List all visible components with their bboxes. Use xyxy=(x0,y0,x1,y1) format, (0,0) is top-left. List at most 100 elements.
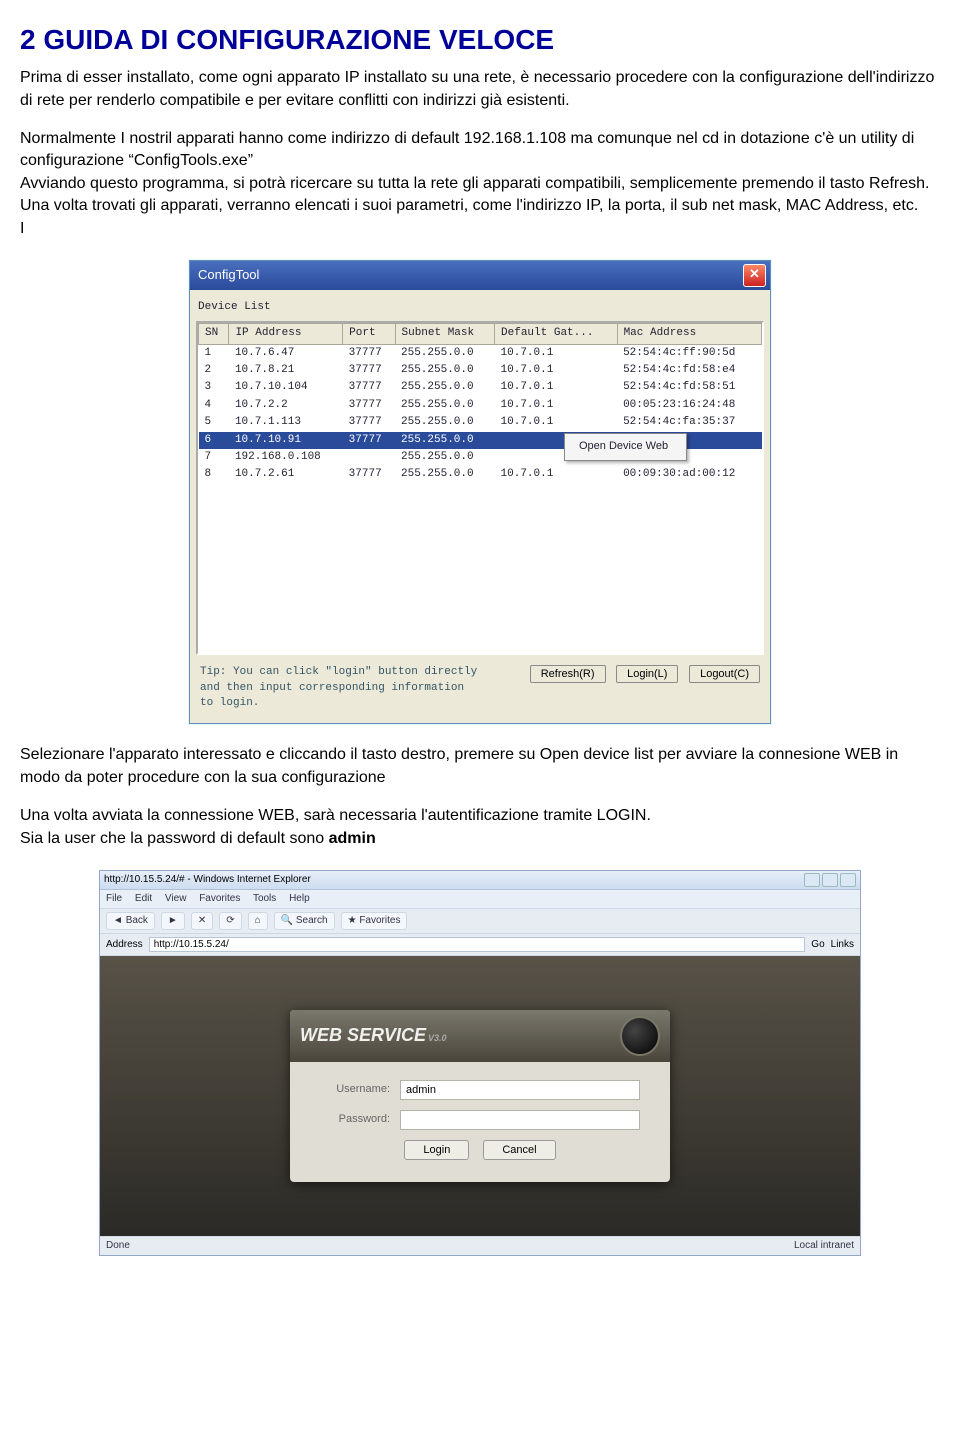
password-field[interactable] xyxy=(400,1110,640,1130)
web-login-card: WEB SERVICEV3.0 Username: Password: Logi… xyxy=(290,1010,670,1182)
paragraph-8: Sia la user che la password di default s… xyxy=(20,828,940,850)
menu-help[interactable]: Help xyxy=(289,893,310,904)
logout-button[interactable]: Logout(C) xyxy=(689,665,760,683)
paragraph-3: Avviando questo programma, si potrà rice… xyxy=(20,173,940,195)
cell-mask: 255.255.0.0 xyxy=(395,449,495,466)
configtool-window: ConfigTool ✕ Device List SN IP Address P… xyxy=(189,260,771,725)
login-cancel-button[interactable]: Cancel xyxy=(483,1140,555,1160)
favorites-label: Favorites xyxy=(359,915,400,926)
go-button[interactable]: Go xyxy=(811,938,824,952)
cell-sn: 5 xyxy=(199,414,229,431)
cell-mac: 52:54:4c:fa:35:37 xyxy=(617,414,761,431)
cell-sn: 8 xyxy=(199,466,229,483)
table-row[interactable]: 210.7.8.2137777255.255.0.010.7.0.152:54:… xyxy=(199,362,762,379)
forward-button[interactable]: ► xyxy=(161,912,185,930)
context-menu-open-device-web[interactable]: Open Device Web xyxy=(565,436,686,457)
cell-port: 37777 xyxy=(343,379,395,396)
table-row[interactable]: 410.7.2.237777255.255.0.010.7.0.100:05:2… xyxy=(199,397,762,414)
ie-content-area: WEB SERVICEV3.0 Username: Password: Logi… xyxy=(100,956,860,1236)
configtool-titlebar[interactable]: ConfigTool ✕ xyxy=(190,261,770,290)
page-title: 2 GUIDA DI CONFIGURAZIONE VELOCE xyxy=(20,20,940,59)
table-row[interactable]: 510.7.1.11337777255.255.0.010.7.0.152:54… xyxy=(199,414,762,431)
search-label: Search xyxy=(296,915,328,926)
refresh-button[interactable]: ⟳ xyxy=(219,912,241,930)
cell-mac: 00:05:23:16:24:48 xyxy=(617,397,761,414)
search-button[interactable]: 🔍 Search xyxy=(274,912,335,930)
cell-port: 37777 xyxy=(343,397,395,414)
cell-mask: 255.255.0.0 xyxy=(395,362,495,379)
ie-menu-bar[interactable]: File Edit View Favorites Tools Help xyxy=(100,890,860,909)
cell-port: 37777 xyxy=(343,466,395,483)
cell-port: 37777 xyxy=(343,414,395,431)
table-row[interactable]: 110.7.6.4737777255.255.0.010.7.0.152:54:… xyxy=(199,344,762,362)
links-label[interactable]: Links xyxy=(831,938,854,952)
device-list-table-wrap: SN IP Address Port Subnet Mask Default G… xyxy=(196,321,764,655)
back-button[interactable]: ◄ Back xyxy=(106,912,155,930)
cell-sn: 1 xyxy=(199,344,229,362)
ie-toolbar[interactable]: ◄ Back ► ✕ ⟳ ⌂ 🔍 Search ★ Favorites xyxy=(100,909,860,934)
col-mac[interactable]: Mac Address xyxy=(617,324,761,344)
paragraph-8-lead: Sia la user che la password di default s… xyxy=(20,830,329,847)
cell-sn: 4 xyxy=(199,397,229,414)
col-mask[interactable]: Subnet Mask xyxy=(395,324,495,344)
username-label: Username: xyxy=(320,1082,390,1097)
ie-window-controls[interactable] xyxy=(804,873,856,887)
minimize-icon[interactable] xyxy=(804,873,820,887)
context-menu[interactable]: Open Device Web xyxy=(564,433,687,460)
menu-favorites[interactable]: Favorites xyxy=(199,893,240,904)
maximize-icon[interactable] xyxy=(822,873,838,887)
close-icon[interactable] xyxy=(840,873,856,887)
address-input[interactable] xyxy=(149,937,806,952)
menu-edit[interactable]: Edit xyxy=(135,893,152,904)
ie-titlebar[interactable]: http://10.15.5.24/# - Windows Internet E… xyxy=(100,871,860,890)
paragraph-1: Prima di esser installato, come ogni app… xyxy=(20,67,940,112)
stop-button[interactable]: ✕ xyxy=(191,912,213,930)
menu-file[interactable]: File xyxy=(106,893,122,904)
address-label: Address xyxy=(106,938,143,952)
password-label: Password: xyxy=(320,1112,390,1127)
web-service-brand: WEB SERVICEV3.0 xyxy=(300,1023,447,1048)
camera-lens-icon xyxy=(620,1016,660,1056)
close-icon[interactable]: ✕ xyxy=(743,264,766,287)
cell-gw: 10.7.0.1 xyxy=(495,397,618,414)
cell-port: 37777 xyxy=(343,362,395,379)
col-sn[interactable]: SN xyxy=(199,324,229,344)
col-ip[interactable]: IP Address xyxy=(229,324,343,344)
cell-ip: 10.7.2.2 xyxy=(229,397,343,414)
col-gateway[interactable]: Default Gat... xyxy=(495,324,618,344)
home-button[interactable]: ⌂ xyxy=(248,912,268,930)
refresh-button[interactable]: Refresh(R) xyxy=(530,665,606,683)
menu-tools[interactable]: Tools xyxy=(253,893,276,904)
cell-ip: 10.7.10.104 xyxy=(229,379,343,396)
cell-mask: 255.255.0.0 xyxy=(395,432,495,449)
cell-ip: 10.7.8.21 xyxy=(229,362,343,379)
cell-mac: 52:54:4c:ff:90:5d xyxy=(617,344,761,362)
paragraph-6: Selezionare l'apparato interessato e cli… xyxy=(20,744,940,789)
username-field[interactable] xyxy=(400,1080,640,1100)
status-right: Local intranet xyxy=(794,1239,854,1253)
cell-sn: 3 xyxy=(199,379,229,396)
login-submit-button[interactable]: Login xyxy=(404,1140,469,1160)
table-header-row[interactable]: SN IP Address Port Subnet Mask Default G… xyxy=(199,324,762,344)
back-label: Back xyxy=(126,915,148,926)
configtool-title-text: ConfigTool xyxy=(198,266,259,284)
cell-gw: 10.7.0.1 xyxy=(495,414,618,431)
cell-port: 37777 xyxy=(343,344,395,362)
cell-mask: 255.255.0.0 xyxy=(395,379,495,396)
cell-gw: 10.7.0.1 xyxy=(495,362,618,379)
ie-address-bar[interactable]: Address Go Links xyxy=(100,934,860,956)
status-left: Done xyxy=(106,1239,130,1253)
login-card-header: WEB SERVICEV3.0 xyxy=(290,1010,670,1062)
paragraph-7: Una volta avviata la connessione WEB, sa… xyxy=(20,805,940,827)
favorites-button[interactable]: ★ Favorites xyxy=(341,912,408,930)
cell-mac: 00:09:30:ad:00:12 xyxy=(617,466,761,483)
login-button[interactable]: Login(L) xyxy=(616,665,678,683)
menu-view[interactable]: View xyxy=(165,893,187,904)
cell-gw: 10.7.0.1 xyxy=(495,379,618,396)
col-port[interactable]: Port xyxy=(343,324,395,344)
cell-ip: 10.7.1.113 xyxy=(229,414,343,431)
table-row[interactable]: 810.7.2.6137777255.255.0.010.7.0.100:09:… xyxy=(199,466,762,483)
cell-ip: 10.7.6.47 xyxy=(229,344,343,362)
paragraph-8-bold: admin xyxy=(329,830,376,847)
table-row[interactable]: 310.7.10.10437777255.255.0.010.7.0.152:5… xyxy=(199,379,762,396)
